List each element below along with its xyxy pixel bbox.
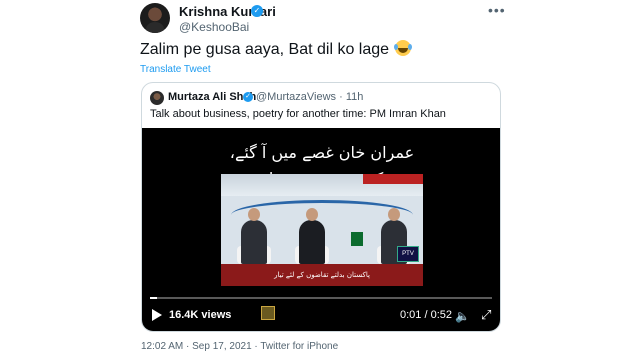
flag-icon xyxy=(351,232,363,246)
quoted-time: 11h xyxy=(345,91,364,103)
tweet-timestamp[interactable]: 12:02 AM · Sep 17, 2021 · Twitter for iP… xyxy=(141,341,338,352)
video-progress-fill xyxy=(150,297,157,299)
video-frame[interactable]: PTV پاکستان بدلتے تقاضوں کے لئے تیار xyxy=(221,174,423,286)
ptv-logo: PTV xyxy=(397,246,419,262)
view-count: 16.4K views xyxy=(169,309,232,321)
fullscreen-icon[interactable]: ⤢ xyxy=(481,307,491,323)
video-time: 0:01 / 0:52 xyxy=(400,309,452,321)
video-progress-bar[interactable] xyxy=(150,297,492,299)
video-player[interactable]: عمران خان غصے میں آ گئے، بند کرو یہ شعر … xyxy=(142,128,500,331)
video-urdu-title: عمران خان غصے میں آ گئے، بند کرو یہ شعر … xyxy=(222,140,422,188)
quoted-verified-badge-icon: ✓ xyxy=(243,92,253,102)
seated-person xyxy=(241,208,267,264)
stage-banner xyxy=(363,174,423,184)
quoted-tweet[interactable]: Murtaza Ali Shah ✓ @MurtazaViews · 11h T… xyxy=(141,82,501,332)
face-with-tears-of-joy-icon xyxy=(394,40,412,56)
video-thumbnail-icon xyxy=(261,306,275,320)
tweet-text-content: Zalim pe gusa aaya, Bat dil ko lage xyxy=(140,41,390,58)
more-options-icon[interactable]: ••• xyxy=(488,2,506,18)
avatar[interactable] xyxy=(140,3,170,33)
author-handle[interactable]: @KeshooBai xyxy=(179,20,249,34)
quoted-dot-separator: · xyxy=(339,91,346,103)
quoted-meta: @MurtazaViews · 11h xyxy=(256,91,363,103)
video-controls: 16.4K views 0:01 / 0:52 🔈 ⤢ xyxy=(142,306,500,328)
news-ticker: پاکستان بدلتے تقاضوں کے لئے تیار xyxy=(221,264,423,286)
tweet-card: Krishna Kumari ✓ @KeshooBai ••• Zalim pe… xyxy=(0,0,640,360)
quoted-avatar xyxy=(150,91,164,105)
seated-person xyxy=(299,208,325,264)
play-icon[interactable] xyxy=(152,309,162,321)
quoted-handle: @MurtazaViews xyxy=(256,91,337,103)
tweet-text: Zalim pe gusa aaya, Bat dil ko lage xyxy=(140,40,412,59)
quoted-text: Talk about business, poetry for another … xyxy=(150,108,446,120)
translate-tweet-link[interactable]: Translate Tweet xyxy=(140,64,211,75)
volume-icon[interactable]: 🔈 xyxy=(455,309,470,323)
verified-badge-icon: ✓ xyxy=(251,5,263,17)
